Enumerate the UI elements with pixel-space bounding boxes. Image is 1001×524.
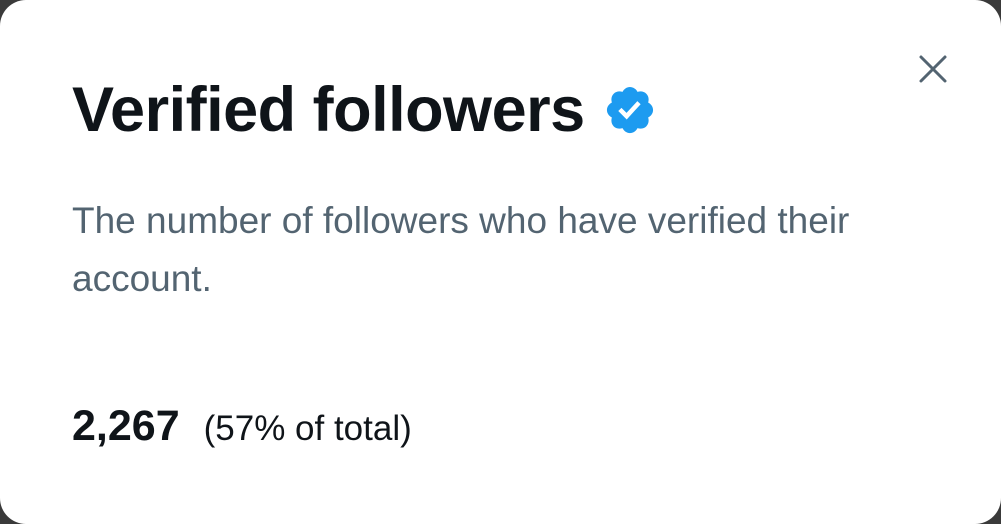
dialog-title: Verified followers [72,75,585,145]
verified-followers-percent: (57% of total) [203,409,412,448]
close-button[interactable] [912,50,954,92]
verified-followers-dialog: Verified followers The number of followe… [0,0,1001,524]
dialog-description: The number of followers who have verifie… [72,200,850,299]
verified-followers-stat: 2,267 (57% of total) [72,402,412,451]
close-icon[interactable] [918,54,948,89]
title-row: Verified followers [72,70,657,150]
verified-badge-icon [603,83,657,137]
verified-followers-count: 2,267 [72,402,180,450]
